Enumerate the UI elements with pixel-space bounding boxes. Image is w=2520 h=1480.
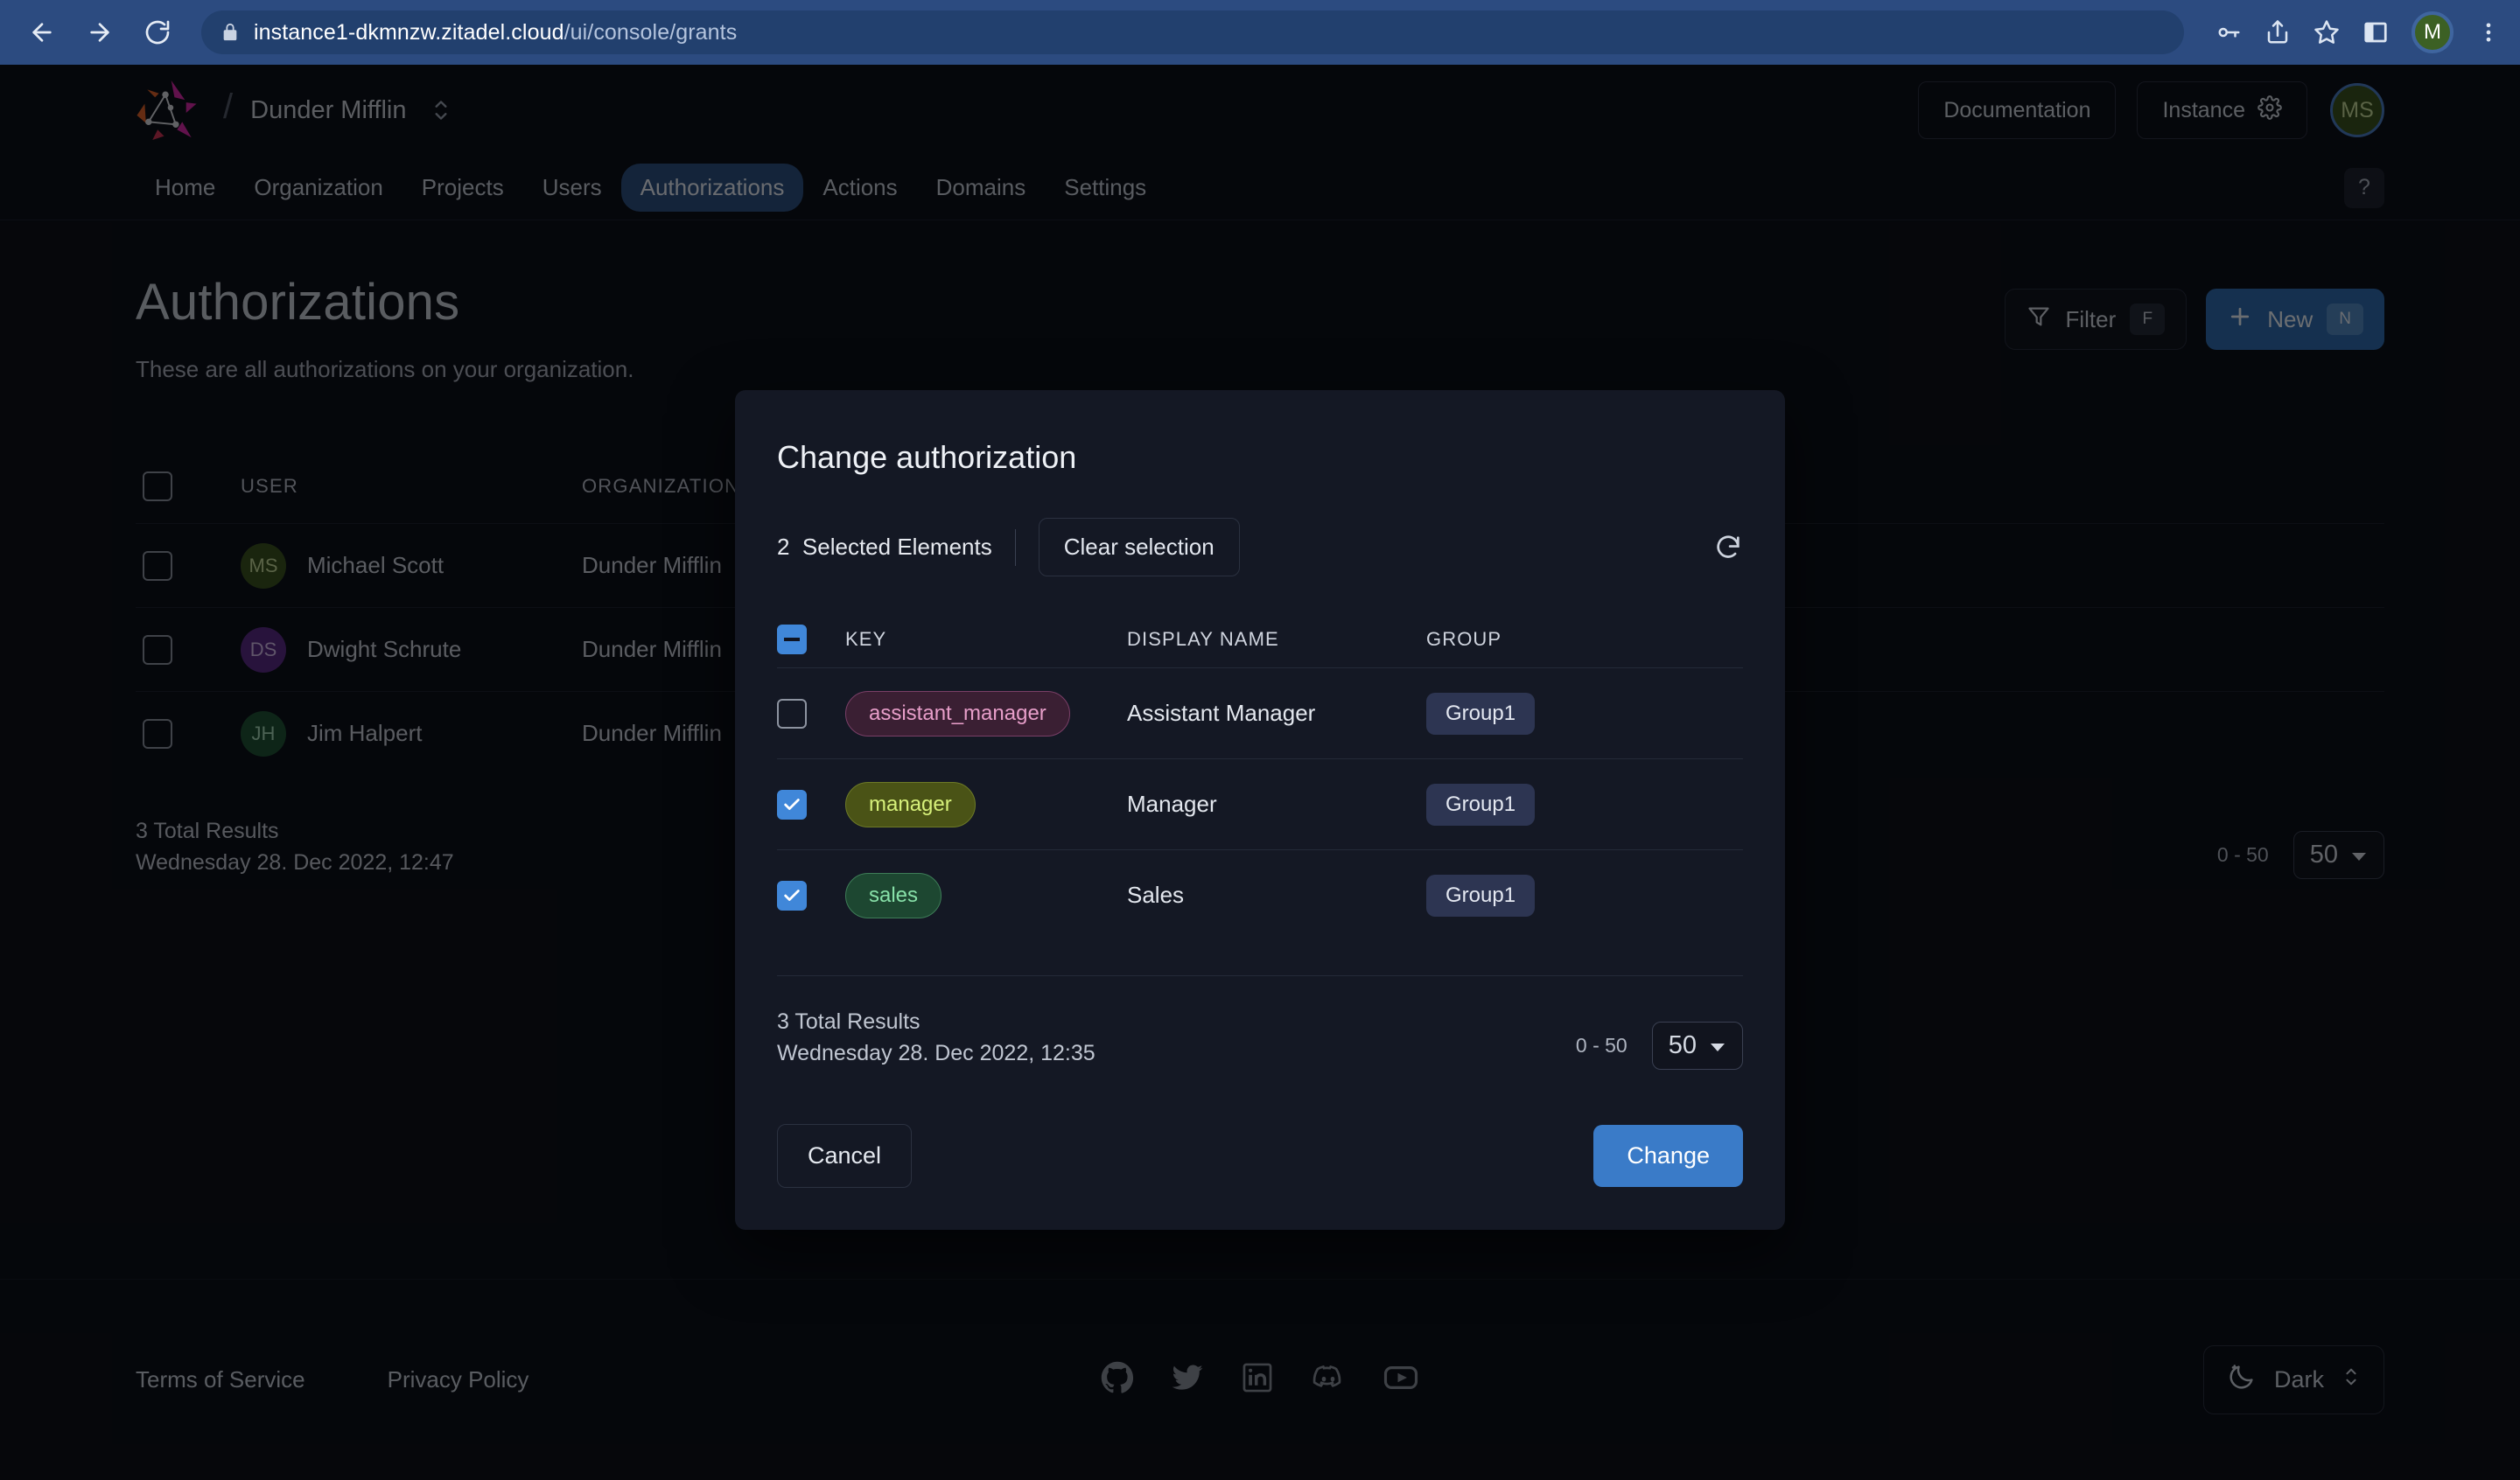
back-arrow-icon[interactable] xyxy=(19,10,65,55)
divider xyxy=(1015,529,1016,566)
dialog-page-size-value: 50 xyxy=(1669,1031,1697,1060)
dialog-pagination: 0 - 50 50 xyxy=(1576,1022,1743,1070)
chevron-down-icon xyxy=(1709,1031,1726,1060)
role-key-chip: assistant_manager xyxy=(845,691,1070,737)
refresh-icon[interactable] xyxy=(1713,533,1743,562)
dialog-table-footer: 3 Total Results Wednesday 28. Dec 2022, … xyxy=(777,975,1743,1070)
group-cell: Group1 xyxy=(1426,784,1743,826)
address-bar[interactable]: instance1-dkmnzw.zitadel.cloud/ui/consol… xyxy=(201,10,2184,54)
display-name-cell: Assistant Manager xyxy=(1127,700,1426,727)
clear-selection-button[interactable]: Clear selection xyxy=(1039,518,1240,576)
key-cell: assistant_manager xyxy=(845,691,1127,737)
roles-table-row[interactable]: manager Manager Group1 xyxy=(777,758,1743,849)
share-icon[interactable] xyxy=(2264,19,2291,45)
group-chip: Group1 xyxy=(1426,875,1535,917)
dialog-page-range: 0 - 50 xyxy=(1576,1034,1628,1058)
dialog-page-size-select[interactable]: 50 xyxy=(1652,1022,1743,1070)
select-all-cell xyxy=(777,625,845,654)
select-all-checkbox-indeterminate[interactable] xyxy=(777,625,807,654)
selected-count-label: Selected Elements xyxy=(802,534,992,560)
three-dot-menu-icon[interactable] xyxy=(2476,20,2501,45)
browser-profile-avatar[interactable]: M xyxy=(2412,11,2454,53)
column-header-display-name: DISPLAY NAME xyxy=(1127,628,1426,651)
group-chip: Group1 xyxy=(1426,693,1535,735)
dialog-results-timestamp: Wednesday 28. Dec 2022, 12:35 xyxy=(777,1037,1096,1069)
roles-table-row[interactable]: assistant_manager Assistant Manager Grou… xyxy=(777,667,1743,758)
reload-icon[interactable] xyxy=(135,10,180,55)
url-text: instance1-dkmnzw.zitadel.cloud/ui/consol… xyxy=(254,20,737,45)
selected-count-number: 2 xyxy=(777,534,789,560)
group-cell: Group1 xyxy=(1426,693,1743,735)
column-header-key: KEY xyxy=(845,628,1127,651)
row-select-cell xyxy=(777,699,845,729)
group-chip: Group1 xyxy=(1426,784,1535,826)
star-icon[interactable] xyxy=(2314,19,2340,45)
selected-count: 2 Selected Elements xyxy=(777,534,992,561)
dialog-actions: Cancel Change xyxy=(777,1124,1743,1188)
group-cell: Group1 xyxy=(1426,875,1743,917)
change-button[interactable]: Change xyxy=(1593,1125,1743,1187)
role-key-chip: manager xyxy=(845,782,976,827)
key-cell: manager xyxy=(845,782,1127,827)
row-select-cell xyxy=(777,881,845,911)
dialog-title: Change authorization xyxy=(777,439,1743,476)
row-select-cell xyxy=(777,790,845,820)
change-authorization-dialog: Change authorization 2 Selected Elements… xyxy=(735,390,1785,1230)
cancel-button[interactable]: Cancel xyxy=(777,1124,912,1188)
display-name-cell: Sales xyxy=(1127,882,1426,909)
row-checkbox[interactable] xyxy=(777,699,807,729)
key-icon[interactable] xyxy=(2216,19,2242,45)
dialog-results-summary: 3 Total Results Wednesday 28. Dec 2022, … xyxy=(777,1006,1096,1070)
key-cell: sales xyxy=(845,873,1127,918)
browser-toolbar-icons: M xyxy=(2205,11,2501,53)
roles-header-row: KEY DISPLAY NAME GROUP xyxy=(777,611,1743,667)
row-checkbox-checked[interactable] xyxy=(777,881,807,911)
browser-chrome: instance1-dkmnzw.zitadel.cloud/ui/consol… xyxy=(0,0,2520,65)
selection-bar: 2 Selected Elements Clear selection xyxy=(777,518,1743,576)
dialog-total-results: 3 Total Results xyxy=(777,1006,1096,1037)
role-key-chip: sales xyxy=(845,873,942,918)
display-name-cell: Manager xyxy=(1127,791,1426,818)
roles-table-row[interactable]: sales Sales Group1 xyxy=(777,849,1743,940)
side-panel-icon[interactable] xyxy=(2362,19,2389,45)
app-shell: / Dunder Mifflin Documentation Instance … xyxy=(0,65,2520,1480)
row-checkbox-checked[interactable] xyxy=(777,790,807,820)
lock-icon xyxy=(220,23,240,42)
column-header-group: GROUP xyxy=(1426,628,1743,651)
roles-table: KEY DISPLAY NAME GROUP assistant_manager… xyxy=(777,611,1743,940)
forward-arrow-icon[interactable] xyxy=(77,10,122,55)
